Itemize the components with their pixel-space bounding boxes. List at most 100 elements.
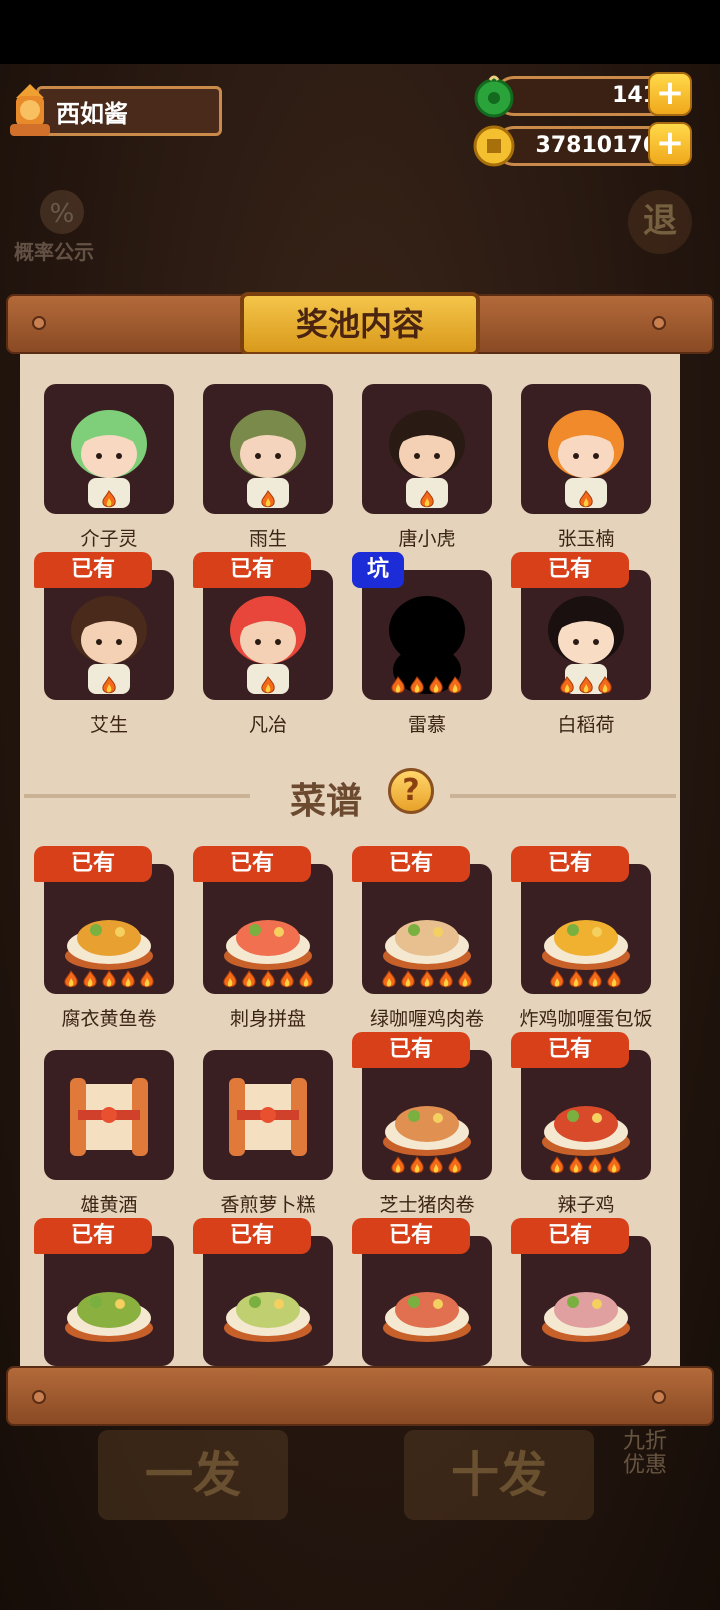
recipe-card[interactable] [44,1236,174,1366]
recipe-help-button[interactable]: ? [388,768,434,814]
recipe-card[interactable] [521,1236,651,1366]
flame-icon [242,970,256,988]
pit-badge: 坑 [352,552,404,588]
flame-icon [598,676,612,694]
owned-badge: 已有 [34,552,152,588]
character-card-name: 张玉楠 [557,528,615,550]
flame-icon [588,1156,602,1174]
flame-rating [100,676,118,696]
recipe-card-name: 香煎萝卜糕 [220,1194,316,1216]
flame-icon [280,970,294,988]
recipe-card-name: 腐衣黄鱼卷 [61,1008,157,1030]
coin-value: 37810176 [535,133,658,158]
nail-icon [652,1390,666,1404]
dish-icon [224,1292,312,1342]
dish-icon [65,1292,153,1342]
flame-rating [380,970,474,990]
back-button[interactable]: 退 [628,190,692,254]
character-card-name: 雷慕 [407,714,446,736]
flame-icon [299,970,313,988]
nail-icon [32,316,46,330]
flame-icon [429,676,443,694]
flame-icon [429,1156,443,1174]
owned-badge: 已有 [34,1218,152,1254]
recipe-card[interactable] [362,1236,492,1366]
flame-icon [439,970,453,988]
character-card-name: 艾生 [89,714,128,736]
character-card-name: 唐小虎 [398,528,456,550]
chef-avatar-icon[interactable] [6,80,54,138]
flame-icon [64,970,78,988]
jade-value: 141 [612,83,658,108]
owned-badge: 已有 [193,1218,311,1254]
owned-badge: 已有 [511,1032,629,1068]
recipe-card-name: 炸鸡咖喱蛋包饭 [519,1008,653,1030]
flame-icon [83,970,97,988]
recipe-card-name: 辣子鸡 [557,1194,615,1216]
flame-icon [569,970,583,988]
flame-icon [448,1156,462,1174]
flame-icon [579,490,593,508]
flame-icon [223,970,237,988]
flame-icon [121,970,135,988]
flame-icon [261,490,275,508]
flame-icon [607,970,621,988]
discount-label: 九折优惠 [622,1429,667,1478]
owned-badge: 已有 [511,846,629,882]
owned-badge: 已有 [193,552,311,588]
flame-icon [560,676,574,694]
owned-badge: 已有 [352,1218,470,1254]
flame-icon [102,970,116,988]
probability-label[interactable]: 概率公示 [14,236,94,265]
flame-icon [579,676,593,694]
panel-title: 奖池内容 [240,292,480,356]
flame-icon [569,1156,583,1174]
dish-icon [383,1292,471,1342]
flame-rating [389,676,464,696]
recipe-card[interactable] [203,1050,333,1180]
character-card-name: 介子灵 [80,528,138,550]
flame-icon [458,970,472,988]
flame-icon [410,676,424,694]
flame-icon [420,970,434,988]
scroll-bottom-bar [6,1366,714,1426]
flame-icon [607,1156,621,1174]
ten-draw-button[interactable]: 十发 [404,1430,594,1520]
flame-icon [420,490,434,508]
recipe-card-name: 刺身拼盘 [229,1008,306,1030]
flame-rating [221,970,315,990]
character-card-name: 白稻荷 [557,714,615,736]
flame-rating [548,970,623,990]
flame-icon [401,970,415,988]
flame-icon [588,970,602,988]
character-card-name: 凡冶 [248,714,287,736]
flame-icon [550,970,564,988]
flame-icon [102,490,116,508]
pool-content-list[interactable]: 菜谱 ? 介子灵 雨生 唐小虎 张玉楠 已有 艾生 已有 凡冶坑雷慕 已有 白稻荷 已有 腐衣黄鱼卷已… [20,354,680,1366]
character-card-name: 雨生 [248,528,287,550]
divider-right [450,794,676,798]
flame-icon [140,970,154,988]
nail-icon [652,316,666,330]
flame-rating [259,490,277,510]
recipe-scroll-icon [229,1078,307,1156]
flame-rating [100,490,118,510]
recipe-card[interactable] [44,1050,174,1180]
dish-icon [542,1292,630,1342]
recipe-card[interactable] [203,1236,333,1366]
svg-text:%: % [50,199,75,229]
flame-icon [550,1156,564,1174]
flame-rating [558,676,614,696]
add-jade-button[interactable]: + [648,72,692,116]
flame-icon [382,970,396,988]
single-draw-button[interactable]: 一发 [98,1430,288,1520]
flame-icon [448,676,462,694]
owned-badge: 已有 [193,846,311,882]
owned-badge: 已有 [511,552,629,588]
recipe-card-name: 芝士猪肉卷 [379,1194,475,1216]
add-coin-button[interactable]: + [648,122,692,166]
divider-left [24,794,250,798]
flame-rating [418,490,436,510]
flame-icon [391,1156,405,1174]
flame-rating [389,1156,464,1176]
